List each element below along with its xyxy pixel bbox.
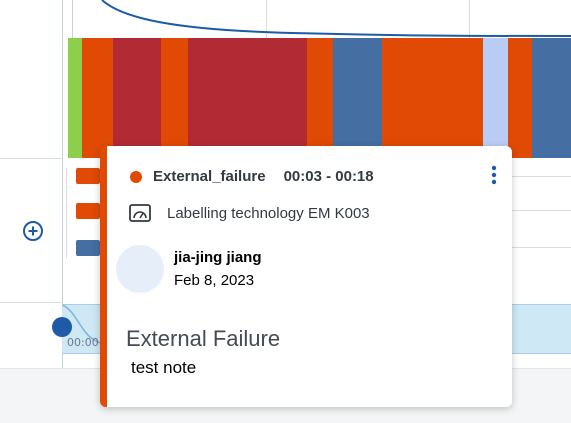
status-segment[interactable]: [82, 38, 113, 158]
trend-curve: [101, 0, 571, 37]
reason-bar[interactable]: [76, 203, 100, 219]
kebab-menu-icon: [491, 165, 497, 185]
status-segment[interactable]: [532, 38, 571, 158]
machine-row: Labelling technology EM K003: [128, 202, 370, 224]
event-detail-popover: External_failure 00:03 - 00:18 Labelling…: [100, 146, 512, 407]
top-chart-area: [62, 0, 571, 38]
status-segment[interactable]: [382, 38, 483, 158]
user-avatar: [116, 245, 164, 293]
more-options-button[interactable]: [489, 164, 499, 186]
popover-header: External_failure 00:03 - 00:18: [130, 168, 374, 185]
status-segment[interactable]: [508, 38, 532, 158]
reason-title: External Failure: [126, 326, 281, 351]
user-name: jia-jing jiang: [174, 249, 262, 266]
status-segment[interactable]: [68, 38, 82, 158]
status-name: External_failure: [153, 168, 266, 185]
status-segment[interactable]: [188, 38, 307, 158]
reason-bar[interactable]: [76, 168, 100, 184]
reason-bar[interactable]: [76, 240, 100, 256]
status-segment[interactable]: [333, 38, 382, 158]
machine-name: Labelling technology EM K003: [167, 204, 370, 222]
status-segment[interactable]: [161, 38, 188, 158]
row-divider: [0, 158, 62, 159]
status-segment[interactable]: [113, 38, 161, 158]
overview-time-label: 00:00: [67, 336, 99, 349]
plus-circle-icon: [23, 221, 43, 241]
note-text: test note: [131, 358, 197, 377]
status-segment[interactable]: [307, 38, 333, 158]
status-segment[interactable]: [483, 38, 508, 158]
gauge-icon: [129, 204, 151, 222]
row-divider: [0, 302, 62, 303]
time-range: 00:03 - 00:18: [283, 168, 374, 185]
range-handle[interactable]: [52, 317, 72, 337]
event-date: Feb 8, 2023: [174, 272, 255, 289]
status-dot: [130, 170, 142, 183]
add-reason-button[interactable]: [22, 220, 44, 242]
row-gridline: [66, 168, 67, 258]
